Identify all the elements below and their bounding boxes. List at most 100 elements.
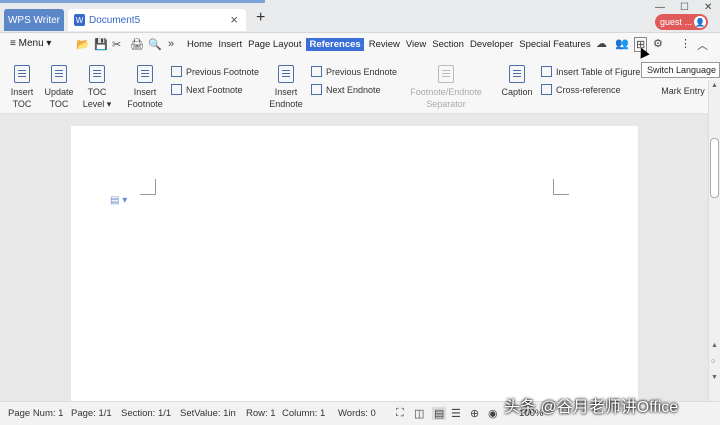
insert-footnote-button[interactable]: Insert Footnote xyxy=(124,65,166,110)
paste-options-icon[interactable]: ▤ ▾ xyxy=(110,195,127,206)
previous-footnote-button[interactable]: Previous Footnote xyxy=(171,66,259,77)
cross-reference-label: Cross-reference xyxy=(556,84,621,95)
next-endnote-icon xyxy=(311,84,322,95)
main-menu-button[interactable]: ≡ Menu ▾ xyxy=(10,38,51,49)
close-window-icon[interactable]: ✕ xyxy=(704,2,712,13)
status-setvalue[interactable]: SetValue: 1in xyxy=(180,408,236,419)
scroll-select-icon[interactable]: ○ xyxy=(711,358,715,365)
read-mode-icon[interactable]: ◫ xyxy=(414,407,424,420)
minimize-icon[interactable]: — xyxy=(655,2,665,13)
scroll-next-page-icon[interactable]: ▼ xyxy=(711,374,718,381)
caption-icon xyxy=(509,65,525,83)
references-ribbon: Insert TOC Update TOC TOC Level ▾ Insert Foo… xyxy=(0,57,710,114)
insert-toc-button[interactable]: Insert TOC xyxy=(6,65,38,110)
separator-label: Footnote/Endnote Separator xyxy=(410,87,482,109)
tab-developer[interactable]: Developer xyxy=(469,38,514,51)
status-words[interactable]: Words: 0 xyxy=(338,408,376,419)
share-icon[interactable]: 👥 xyxy=(615,37,629,50)
switch-language-tooltip: Switch Language xyxy=(641,62,720,78)
toc-level-icon xyxy=(89,65,105,83)
status-row[interactable]: Row: 1 xyxy=(246,408,276,419)
previous-endnote-icon xyxy=(311,66,322,77)
footnote-icon xyxy=(137,65,153,83)
next-footnote-label: Next Footnote xyxy=(186,84,243,95)
maximize-icon[interactable]: ☐ xyxy=(680,2,689,13)
tab-special-features[interactable]: Special Features xyxy=(518,38,591,51)
outline-view-icon[interactable]: ☰ xyxy=(451,407,461,420)
cross-reference-button[interactable]: Cross-reference xyxy=(541,84,621,95)
insert-toc-label: Insert TOC xyxy=(10,87,34,109)
tab-wps-label: WPS Writer xyxy=(7,14,61,26)
insert-footnote-label: Insert Footnote xyxy=(127,87,163,109)
new-tab-button[interactable]: + xyxy=(256,9,265,27)
caption-label: Caption xyxy=(501,87,533,97)
mark-entry-label: Mark Entry xyxy=(661,86,705,96)
scroll-up-icon[interactable]: ▲ xyxy=(711,82,718,89)
insert-endnote-label: Insert Endnote xyxy=(269,87,303,109)
status-column[interactable]: Column: 1 xyxy=(282,408,325,419)
guest-account-button[interactable]: guest ... 👤 xyxy=(655,14,708,30)
tab-page-layout[interactable]: Page Layout xyxy=(247,38,302,51)
page-view-icon[interactable]: ▤ xyxy=(432,407,447,420)
print-icon[interactable]: 🖨 xyxy=(130,38,144,51)
avatar-icon: 👤 xyxy=(694,16,706,28)
tab-section[interactable]: Section xyxy=(431,38,465,51)
tab-document-label: Document5 xyxy=(89,14,141,26)
status-page[interactable]: Page: 1/1 xyxy=(71,408,112,419)
previous-footnote-label: Previous Footnote xyxy=(186,66,260,77)
tab-insert[interactable]: Insert xyxy=(217,38,243,51)
tab-wps-writer[interactable]: WPS Writer xyxy=(4,9,64,31)
tab-document5[interactable]: W Document5 × xyxy=(68,9,246,31)
title-bar: WPS Writer W Document5 × + — ☐ ✕ guest .… xyxy=(0,0,720,33)
next-endnote-label: Next Endnote xyxy=(326,84,381,95)
update-toc-button[interactable]: Update TOC xyxy=(42,65,76,110)
menu-bar: ≡ Menu ▾ 📂 💾 ✂ 🖨 🔍 » Home Insert Page La… xyxy=(0,33,720,57)
mark-entry-button[interactable]: Mark Entry xyxy=(658,85,708,97)
cloud-icon[interactable]: ☁ xyxy=(596,37,607,50)
settings-gear-icon[interactable]: ⚙ xyxy=(653,37,663,50)
tab-view[interactable]: View xyxy=(405,38,427,51)
tab-review[interactable]: Review xyxy=(368,38,401,51)
vertical-scrollbar[interactable]: ▲ ▲ ○ ▼ xyxy=(708,80,720,401)
table-of-figures-icon xyxy=(541,66,552,77)
wps-writer-window: WPS Writer W Document5 × + — ☐ ✕ guest .… xyxy=(0,0,720,425)
scroll-prev-page-icon[interactable]: ▲ xyxy=(711,342,718,349)
previous-endnote-button[interactable]: Previous Endnote xyxy=(311,66,397,77)
ribbon-tabs: Home Insert Page Layout References Revie… xyxy=(186,38,592,51)
margin-corner-left xyxy=(140,179,156,195)
toc-level-button[interactable]: TOC Level ▾ xyxy=(80,65,114,110)
web-view-icon[interactable]: ⊕ xyxy=(470,407,479,420)
previous-footnote-icon xyxy=(171,66,182,77)
endnote-icon xyxy=(278,65,294,83)
collapse-ribbon-icon[interactable]: ︿ xyxy=(697,37,708,53)
next-footnote-icon xyxy=(171,84,182,95)
insert-endnote-button[interactable]: Insert Endnote xyxy=(266,65,306,110)
status-section[interactable]: Section: 1/1 xyxy=(121,408,171,419)
previous-endnote-label: Previous Endnote xyxy=(326,66,398,77)
open-icon[interactable]: 📂 xyxy=(76,38,90,51)
eye-protection-icon[interactable]: ◉ xyxy=(488,407,498,420)
next-footnote-button[interactable]: Next Footnote xyxy=(171,84,243,95)
tab-home[interactable]: Home xyxy=(186,38,213,51)
fullscreen-icon[interactable]: ⛶ xyxy=(396,407,404,420)
tooltip-text: Switch Language xyxy=(647,65,717,75)
scroll-thumb[interactable] xyxy=(710,138,719,198)
update-toc-label: Update TOC xyxy=(44,87,74,109)
more-options-icon[interactable]: ⋮ xyxy=(680,37,691,50)
next-endnote-button[interactable]: Next Endnote xyxy=(311,84,381,95)
separator-icon xyxy=(438,65,454,83)
print-preview-icon[interactable]: 🔍 xyxy=(148,38,162,51)
caption-button[interactable]: Caption xyxy=(498,65,536,98)
cross-reference-icon xyxy=(541,84,552,95)
more-chevron-icon[interactable]: » xyxy=(168,38,174,50)
format-painter-icon[interactable]: ✂ xyxy=(112,38,121,51)
save-icon[interactable]: 💾 xyxy=(94,38,108,51)
document-page[interactable]: ▤ ▾ xyxy=(71,126,638,416)
writer-doc-icon: W xyxy=(74,14,85,26)
close-tab-icon[interactable]: × xyxy=(230,12,238,27)
tab-references[interactable]: References xyxy=(306,38,364,51)
footnote-endnote-separator-button[interactable]: Footnote/Endnote Separator xyxy=(404,65,488,110)
insert-table-of-figures-button[interactable]: Insert Table of Figure xyxy=(541,66,640,77)
status-page-num[interactable]: Page Num: 1 xyxy=(8,408,63,419)
update-toc-icon xyxy=(51,65,67,83)
